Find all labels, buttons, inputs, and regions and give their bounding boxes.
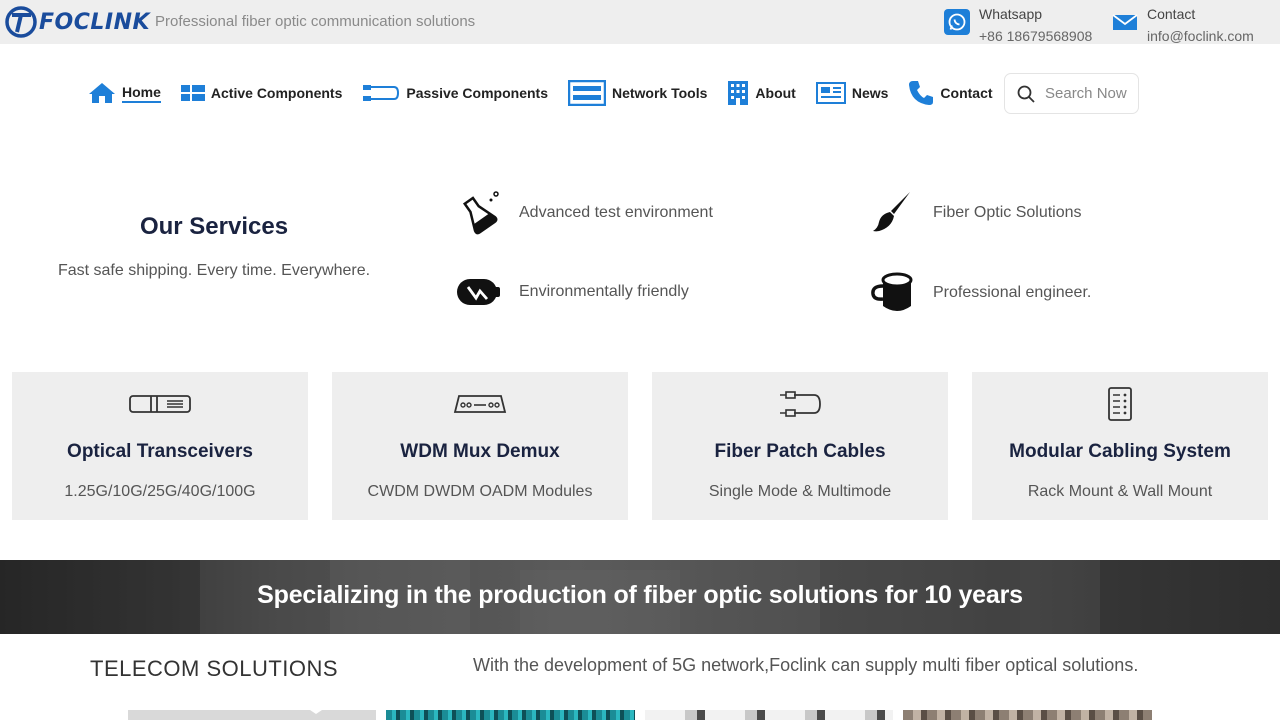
service-label: Environmentally friendly [519,283,689,300]
brush-icon [873,192,910,232]
logo[interactable]: FOCLINK [4,4,150,40]
services-subtitle: Fast safe shipping. Every time. Everywhe… [57,262,371,279]
nav-item-contact[interactable]: Contact [908,80,993,106]
banner-text: Specializing in the production of fiber … [257,581,1023,609]
email-contact[interactable]: Contact info@foclink.com [1112,3,1254,47]
rack-icon [567,80,606,106]
email-address[interactable]: info@foclink.com [1147,25,1254,47]
nav-label: Home [122,84,161,103]
nav-label: Contact [940,85,993,101]
service-label: Professional engineer. [933,284,1092,301]
card-subtitle: Single Mode & Multimode [708,483,892,500]
card-title: Optical Transceivers [67,441,253,462]
whatsapp-contact[interactable]: Whatsapp +86 18679568908 [944,3,1092,47]
nav-item-news[interactable]: News [815,82,889,104]
newspaper-icon [815,82,846,104]
patch-cable-icon [780,391,821,417]
nav-item-home[interactable]: Home [88,81,161,105]
nav-label: About [755,85,796,101]
card-subtitle: 1.25G/10G/25G/40G/100G [64,483,256,500]
card-subtitle: CWDM DWDM OADM Modules [367,483,593,500]
service-label: Advanced test environment [519,203,713,221]
mux-icon [453,395,507,413]
service-item: Environmentally friendly [456,272,689,312]
search-input[interactable] [1045,85,1130,102]
cabinet-icon [1108,387,1132,421]
product-card-wdm-mux-demux[interactable]: WDM Mux Demux CWDM DWDM OADM Modules [332,372,628,520]
flask-icon [462,191,499,235]
phone-icon [909,81,934,105]
card-title: Fiber Patch Cables [714,441,886,462]
nav-item-about[interactable]: About [727,80,796,106]
solution-thumbnail[interactable] [386,710,635,720]
whatsapp-label: Whatsapp [979,6,1043,22]
whatsapp-number[interactable]: +86 18679568908 [979,25,1092,47]
hero-banner: Specializing in the production of fiber … [0,560,1280,634]
search-icon [1017,85,1035,103]
logo-text: FOCLINK [39,9,151,35]
patch-cable-icon [363,85,400,101]
solution-thumbnail[interactable] [903,710,1152,720]
nav-item-network-tools[interactable]: Network Tools [567,80,708,106]
nav-label: Active Components [210,85,343,101]
tagline: Professional fiber optic communication s… [155,13,476,30]
grid-icon [180,85,205,101]
email-label: Contact [1147,6,1196,22]
telecom-title: TELECOM SOLUTIONS [90,656,339,681]
service-item: Professional engineer. [870,272,1091,314]
nav-label: Passive Components [406,85,548,101]
whatsapp-icon [944,9,970,35]
main-nav: Home Active Components Passive Component… [88,76,1013,110]
nav-label: Network Tools [611,85,708,101]
search-box[interactable] [1004,73,1139,114]
services-title: Our Services [139,213,289,240]
nav-label: News [851,85,889,101]
service-label: Fiber Optic Solutions [933,203,1082,221]
transceiver-icon [129,395,191,413]
logo-mark-icon [5,6,37,38]
solution-thumbnail[interactable] [128,710,376,720]
solution-thumbnail[interactable] [645,710,893,720]
nav-item-active-components[interactable]: Active Components [180,84,343,102]
card-title: Modular Cabling System [1009,441,1231,462]
card-title: WDM Mux Demux [400,441,560,462]
product-card-optical-transceivers[interactable]: Optical Transceivers 1.25G/10G/25G/40G/1… [12,372,308,520]
product-card-modular-cabling-system[interactable]: Modular Cabling System Rack Mount & Wall… [972,372,1268,520]
product-card-fiber-patch-cables[interactable]: Fiber Patch Cables Single Mode & Multimo… [652,372,948,520]
nav-item-passive-components[interactable]: Passive Components [362,83,548,103]
building-icon [728,81,749,105]
telecom-description: With the development of 5G network,Focli… [473,655,1139,675]
thumbnail-notch [304,706,328,714]
service-item: Fiber Optic Solutions [870,190,1082,235]
card-subtitle: Rack Mount & Wall Mount [1027,483,1213,500]
mail-icon [1112,14,1138,30]
home-icon [89,83,115,103]
battery-icon [457,279,500,305]
cup-icon [871,272,913,311]
service-item: Advanced test environment [456,190,713,235]
top-bar: FOCLINK Professional fiber optic communi… [0,0,1280,44]
